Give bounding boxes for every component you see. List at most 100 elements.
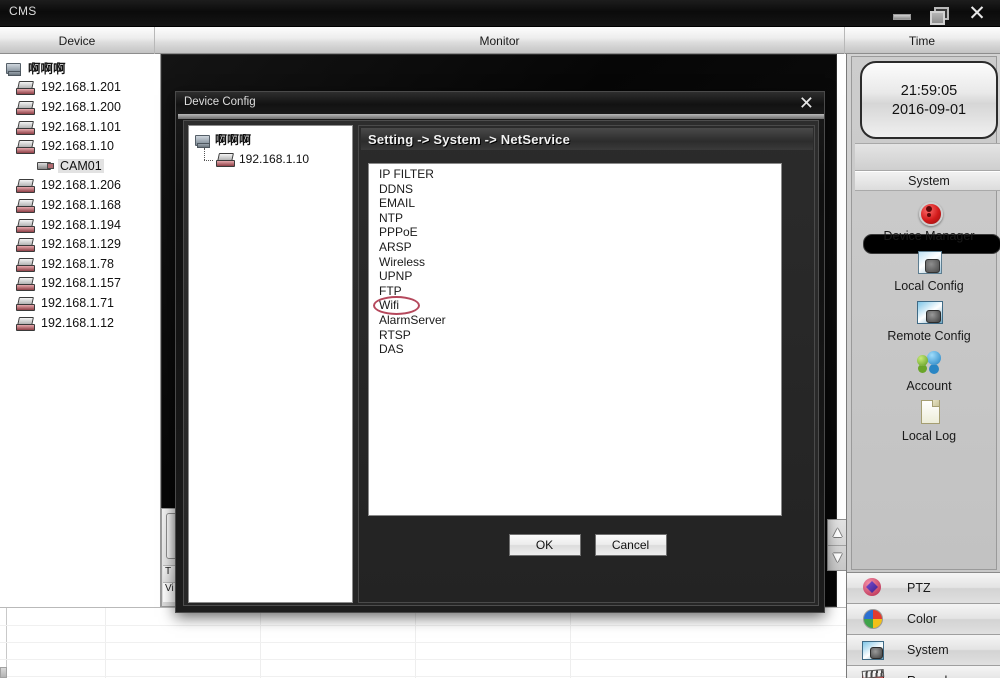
- bottom-log-grid[interactable]: [0, 607, 846, 678]
- sidebar-item-account[interactable]: Account: [855, 347, 1000, 393]
- netservice-list[interactable]: IP FILTER DDNS EMAIL NTP PPPoE ARSP Wireless UP…: [368, 163, 782, 516]
- grid-hline: [0, 676, 846, 677]
- menu-button-color[interactable]: Color: [847, 604, 1000, 635]
- dialog-titlebar: Device Config ✕: [176, 92, 824, 114]
- netservice-list-item[interactable]: RTSP: [371, 328, 781, 343]
- netservice-list-item[interactable]: Wireless: [371, 255, 781, 270]
- device-tree-item[interactable]: 192.168.1.201: [2, 78, 160, 98]
- dialog-device-tree: 啊啊啊 192.168.1.10: [188, 125, 353, 603]
- main-tabstrip: Device Monitor Time: [0, 27, 1000, 54]
- device-icon: [16, 178, 35, 194]
- sidebar-item-remote-config[interactable]: Remote Config: [855, 297, 1000, 343]
- clock-display: 21:59:05 2016-09-01: [860, 61, 998, 139]
- device-tree-item-label: 192.168.1.78: [41, 256, 114, 271]
- device-tree-item[interactable]: 192.168.1.129: [2, 234, 160, 254]
- grid-vline: [105, 608, 106, 678]
- sidebar-item-local-log[interactable]: Local Log: [855, 397, 1000, 443]
- grid-vline: [415, 608, 416, 678]
- netservice-list-item[interactable]: FTP: [371, 284, 781, 299]
- netservice-list-item[interactable]: NTP: [371, 211, 781, 226]
- device-tree-item[interactable]: 192.168.1.71: [2, 293, 160, 313]
- camera-icon: [35, 159, 54, 173]
- device-tree-item[interactable]: CAM01: [2, 156, 160, 176]
- device-tree-item-label: CAM01: [58, 158, 104, 173]
- dialog-close-icon[interactable]: ✕: [799, 93, 814, 113]
- dialog-tree-item[interactable]: 192.168.1.10: [191, 147, 350, 168]
- grid-resize-corner[interactable]: [0, 667, 7, 678]
- device-tree-item[interactable]: 192.168.1.200: [2, 97, 160, 117]
- device-tree-item[interactable]: 192.168.1.168: [2, 195, 160, 215]
- window-titlebar: CMS ✕: [0, 0, 1000, 27]
- netservice-list-item-label: FTP: [379, 283, 402, 298]
- device-tree-item-label: 192.168.1.12: [41, 315, 114, 330]
- local-log-icon: [914, 397, 944, 427]
- device-tree-item[interactable]: 192.168.1.194: [2, 215, 160, 235]
- device-icon: [16, 316, 35, 331]
- netservice-list-item[interactable]: IP FILTER: [371, 167, 781, 182]
- tab-device[interactable]: Device: [0, 27, 155, 54]
- device-icon: [16, 218, 35, 233]
- netservice-list-item[interactable]: PPPoE: [371, 225, 781, 240]
- ptz-icon: [859, 576, 885, 600]
- scroll-up-arrow-icon[interactable]: ▲: [828, 520, 847, 545]
- ok-button[interactable]: OK: [508, 534, 581, 556]
- netservice-list-item-label: UPNP: [379, 269, 413, 284]
- netservice-list-item-label: NTP: [379, 210, 403, 225]
- device-tree-item-label: 啊啊啊: [28, 62, 66, 77]
- scroll-down-arrow-icon[interactable]: ▼: [828, 544, 847, 571]
- close-button[interactable]: ✕: [966, 3, 988, 25]
- menu-button-label: Color: [907, 612, 937, 626]
- system-icon: [859, 638, 885, 662]
- device-tree-item[interactable]: 192.168.1.78: [2, 254, 160, 274]
- menu-button-label: PTZ: [907, 581, 931, 595]
- netservice-list-item-label: DAS: [379, 342, 404, 357]
- menu-button-ptz[interactable]: PTZ: [847, 573, 1000, 604]
- device-tree-item[interactable]: 啊啊啊: [2, 58, 160, 78]
- tab-monitor[interactable]: Monitor: [155, 27, 845, 54]
- device-icon: [16, 276, 35, 292]
- netservice-list-item[interactable]: Wifi: [371, 296, 781, 316]
- netservice-list-item[interactable]: DDNS: [371, 182, 781, 197]
- netservice-list-item-label: EMAIL: [379, 196, 416, 211]
- sidebar-item-local-config[interactable]: Local Config: [855, 247, 1000, 293]
- menu-button-label: System: [907, 643, 949, 657]
- dialog-tree-item[interactable]: 啊啊啊: [191, 130, 350, 149]
- device-tree-item-label: 192.168.1.168: [41, 197, 121, 212]
- netservice-list-item[interactable]: EMAIL: [371, 196, 781, 211]
- dialog-top-strip: [178, 114, 824, 119]
- menu-button-record[interactable]: Record: [847, 666, 1000, 678]
- device-tree-item[interactable]: 192.168.1.12: [2, 313, 160, 333]
- sidebar-item-label: Remote Config: [887, 329, 971, 343]
- netservice-list-item-label: DDNS: [379, 181, 414, 196]
- dialog-body: 啊啊啊 192.168.1.10 Setting -> System -> Net…: [183, 120, 819, 606]
- grid-vline: [260, 608, 261, 678]
- menu-button-system[interactable]: System: [847, 635, 1000, 666]
- tab-time[interactable]: Time: [845, 27, 999, 54]
- device-manager-icon: [914, 197, 944, 227]
- cms-application-window: CMS ✕ Device Monitor Time 啊啊啊 192.168.1.2…: [0, 0, 1000, 678]
- maximize-restore-button[interactable]: [928, 3, 950, 25]
- cancel-button[interactable]: Cancel: [594, 534, 667, 556]
- netservice-list-item[interactable]: AlarmServer: [371, 313, 781, 328]
- netservice-list-item[interactable]: ARSP: [371, 240, 781, 255]
- sidebar-item-device-manager[interactable]: Device Manager: [855, 197, 1000, 243]
- netservice-list-item[interactable]: UPNP: [371, 269, 781, 284]
- minimize-button[interactable]: [890, 3, 912, 25]
- device-tree-item[interactable]: 192.168.1.101: [2, 117, 160, 137]
- sidebar-upper-frame: 21:59:05 2016-09-01 System Device Manage…: [851, 56, 1000, 570]
- right-sidebar: 21:59:05 2016-09-01 System Device Manage…: [846, 54, 1000, 678]
- device-icon: [16, 257, 35, 272]
- app-title: CMS: [9, 4, 37, 18]
- device-tree-item[interactable]: 192.168.1.206: [2, 176, 160, 196]
- dialog-tree-item-label: 192.168.1.10: [239, 151, 310, 166]
- netservice-list-item[interactable]: DAS: [371, 342, 781, 357]
- record-icon: [859, 669, 885, 678]
- netservice-list-item-label: Wireless: [379, 254, 426, 269]
- device-tree-item[interactable]: 192.168.1.10: [2, 136, 160, 156]
- device-tree-item[interactable]: 192.168.1.157: [2, 274, 160, 294]
- device-icon: [16, 296, 35, 311]
- sidebar-item-list: Device Manager Local Config Remote Config A…: [855, 191, 1000, 443]
- device-tree: 啊啊啊 192.168.1.201 192.168.1.200 192.168.1.1…: [0, 54, 160, 332]
- dialog-tree-item-label: 啊啊啊: [215, 133, 252, 147]
- sidebar-item-label: Account: [906, 379, 952, 393]
